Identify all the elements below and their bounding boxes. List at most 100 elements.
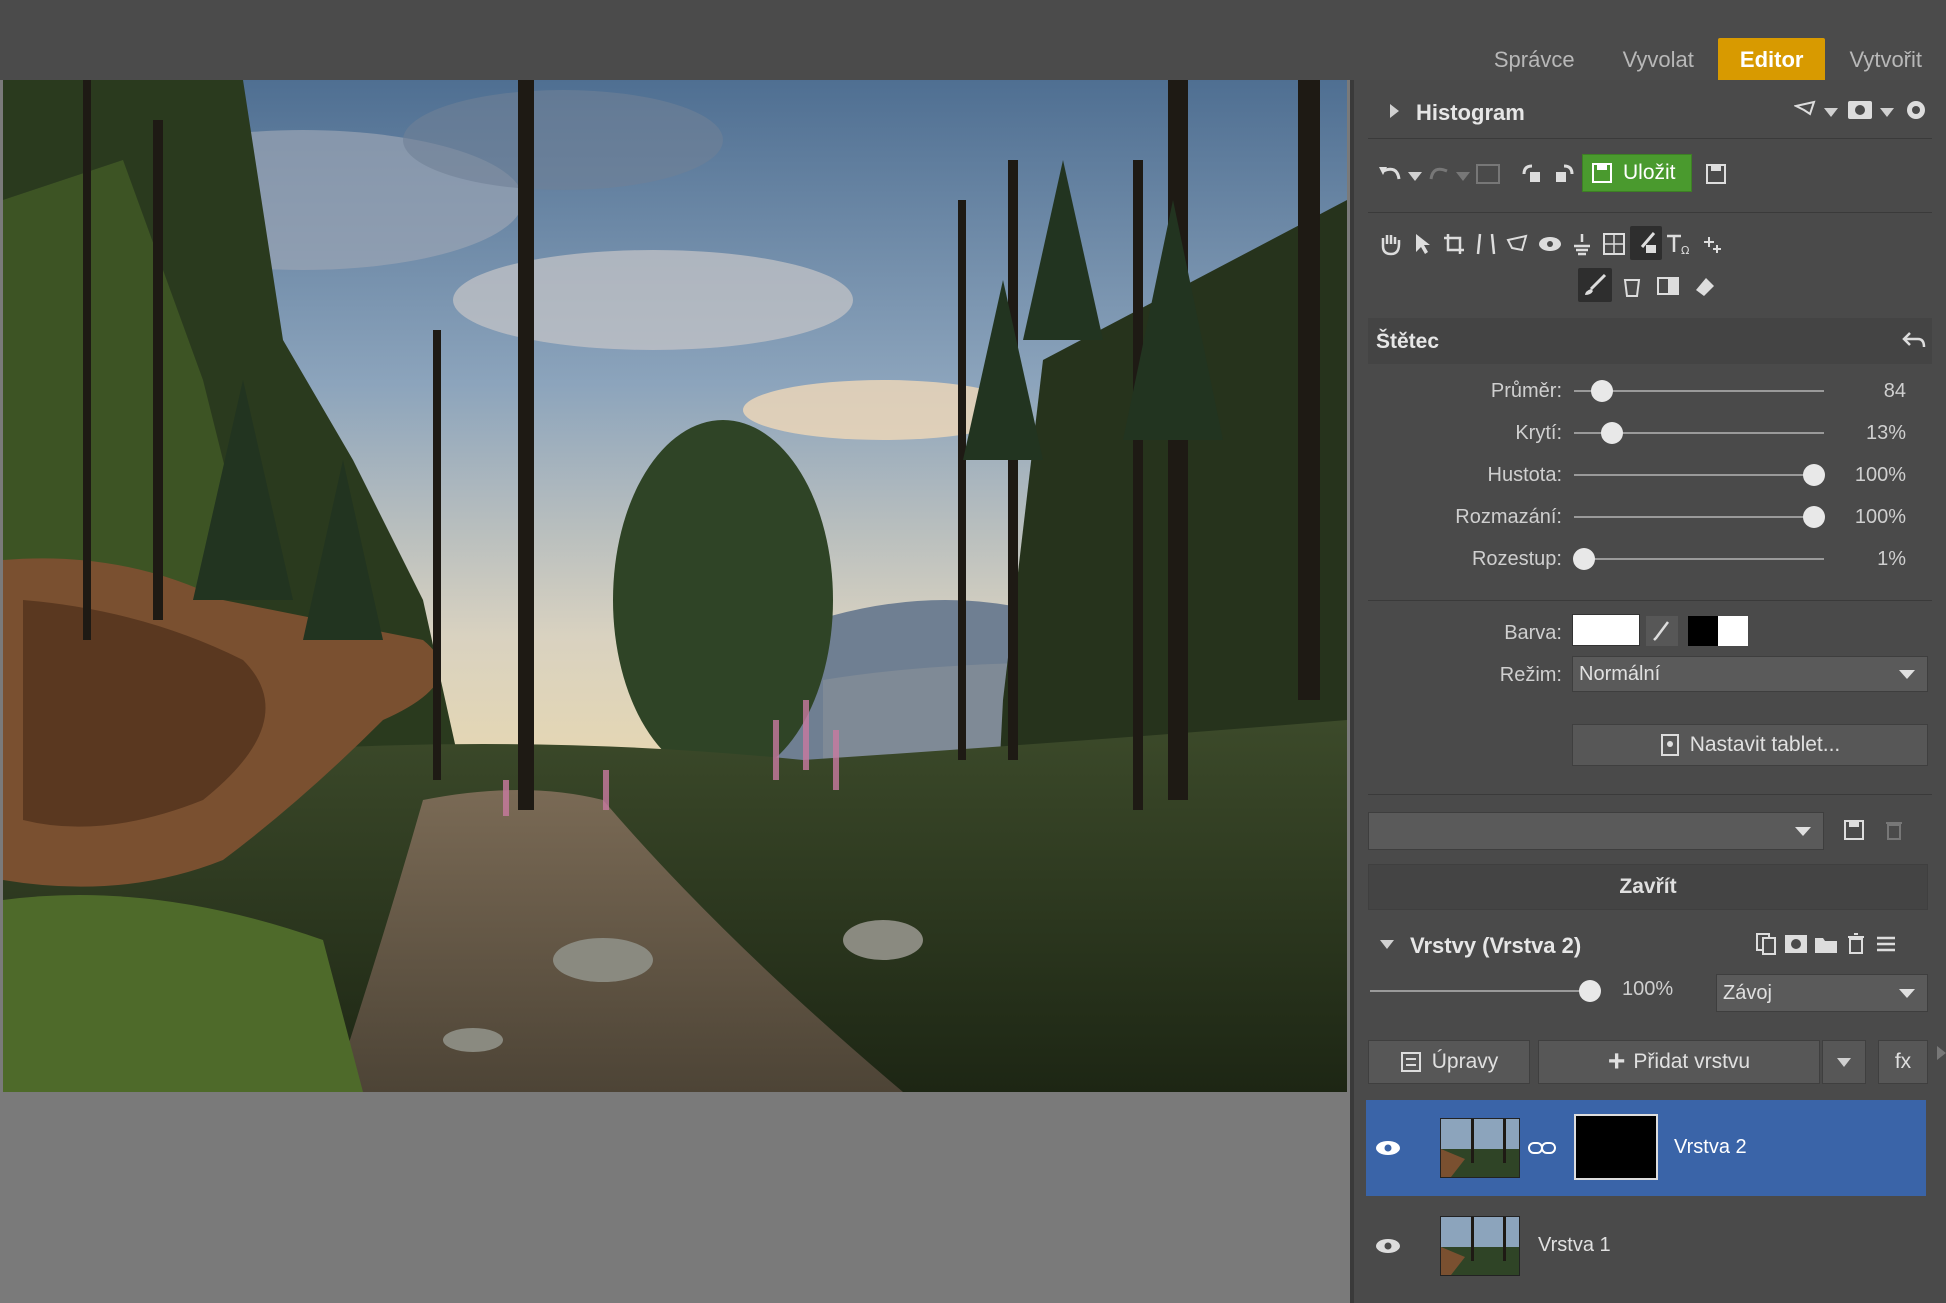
- visibility-eye-icon[interactable]: [1374, 1134, 1402, 1162]
- slider-value: 100%: [1854, 506, 1906, 528]
- layer-item-vrstva-2[interactable]: Vrstva 2: [1366, 1100, 1926, 1196]
- divider: [1368, 212, 1932, 213]
- slider-knob[interactable]: [1803, 506, 1825, 528]
- layer-blend-select[interactable]: Závoj: [1716, 974, 1928, 1012]
- black-white-swap[interactable]: [1688, 616, 1748, 646]
- select-arrow-icon[interactable]: [1408, 230, 1436, 258]
- histogram-view-icon[interactable]: [1792, 96, 1820, 124]
- perspective-icon[interactable]: [1504, 230, 1532, 258]
- reset-arrow-icon[interactable]: [1900, 326, 1928, 354]
- link-chain-icon[interactable]: [1528, 1134, 1556, 1162]
- settings-gear-icon[interactable]: [1902, 96, 1930, 124]
- collapse-triangle-icon[interactable]: [1380, 940, 1394, 949]
- display-dropdown-icon[interactable]: [1880, 108, 1894, 117]
- undo-icon[interactable]: [1376, 160, 1404, 188]
- effects-sparkle-icon[interactable]: [1698, 230, 1726, 258]
- save-as-icon[interactable]: [1702, 160, 1730, 188]
- adjustments-button[interactable]: Úpravy: [1368, 1040, 1530, 1084]
- selection-grid-icon[interactable]: [1600, 230, 1628, 258]
- layer-opacity-knob[interactable]: [1579, 980, 1601, 1002]
- save-button-label: Uložit: [1623, 161, 1676, 184]
- brush-mask-tool-icon[interactable]: [1630, 226, 1662, 260]
- close-button[interactable]: Zavřít: [1368, 864, 1928, 910]
- clone-stamp-icon[interactable]: [1568, 230, 1596, 258]
- expand-triangle-icon[interactable]: [1390, 104, 1399, 118]
- brush-icon[interactable]: [1578, 268, 1612, 302]
- mode-tab-vyvolat[interactable]: Vyvolat: [1599, 38, 1718, 82]
- blend-mode-value: Normální: [1579, 662, 1661, 685]
- color-swatch[interactable]: [1572, 614, 1640, 646]
- layer-opacity-slider[interactable]: [1370, 980, 1601, 1002]
- slider-value: 84: [1883, 380, 1906, 402]
- redo-dropdown-icon[interactable]: [1456, 172, 1470, 181]
- canvas-area[interactable]: [0, 80, 1350, 1303]
- color-label: Barva:: [1504, 622, 1562, 644]
- histogram-dropdown-icon[interactable]: [1824, 108, 1838, 117]
- add-layer-button[interactable]: + Přidat vrstvu: [1538, 1040, 1820, 1084]
- layers-header[interactable]: Vrstvy (Vrstva 2): [1368, 918, 1932, 970]
- mode-switcher: Správce Vyvolat Editor Vytvořit: [1470, 38, 1946, 82]
- original-image-icon[interactable]: [1474, 160, 1502, 188]
- redo-icon[interactable]: [1426, 160, 1454, 188]
- slider-track[interactable]: [1574, 380, 1824, 402]
- save-preset-icon[interactable]: [1840, 816, 1868, 844]
- slider-knob[interactable]: [1600, 422, 1623, 444]
- slider-track[interactable]: [1574, 422, 1824, 444]
- crop-icon[interactable]: [1440, 230, 1468, 258]
- text-tool-icon[interactable]: Ω: [1664, 230, 1692, 258]
- mode-tab-vytvorit[interactable]: Vytvořit: [1825, 38, 1946, 82]
- hand-tool-icon[interactable]: [1376, 230, 1404, 258]
- folder-icon[interactable]: [1812, 930, 1840, 958]
- fill-bucket-icon[interactable]: [1618, 272, 1646, 300]
- layer-item-vrstva-1[interactable]: Vrstva 1: [1366, 1198, 1926, 1294]
- histogram-title: Histogram: [1416, 100, 1525, 125]
- photo-canvas[interactable]: [3, 80, 1347, 1092]
- rotate-right-icon[interactable]: [1550, 160, 1578, 188]
- red-eye-icon[interactable]: [1536, 230, 1564, 258]
- slider-track[interactable]: [1574, 506, 1825, 528]
- histogram-header[interactable]: Histogram: [1368, 80, 1932, 138]
- layer-mask-thumbnail[interactable]: [1574, 1114, 1658, 1180]
- divider: [1368, 600, 1932, 601]
- mode-tab-spravce[interactable]: Správce: [1470, 38, 1599, 82]
- chevron-down-icon: [1795, 827, 1811, 836]
- slider-track[interactable]: [1573, 548, 1824, 570]
- layer-thumbnail: [1440, 1216, 1520, 1276]
- tablet-settings-label: Nastavit tablet...: [1689, 733, 1841, 756]
- black-swatch[interactable]: [1688, 616, 1718, 646]
- rotate-left-icon[interactable]: [1518, 160, 1546, 188]
- add-layer-dropdown-button[interactable]: [1822, 1040, 1866, 1084]
- slider-knob[interactable]: [1590, 380, 1613, 402]
- tablet-settings-button[interactable]: Nastavit tablet...: [1572, 724, 1928, 766]
- visibility-eye-icon[interactable]: [1374, 1232, 1402, 1260]
- gradient-icon[interactable]: [1654, 272, 1682, 300]
- slider-knob[interactable]: [1573, 548, 1595, 570]
- layers-menu-icon[interactable]: [1872, 930, 1900, 958]
- straighten-icon[interactable]: [1472, 230, 1500, 258]
- white-swatch[interactable]: [1718, 616, 1748, 646]
- slider-row-blur: Rozmazání: 100%: [1354, 496, 1946, 538]
- eraser-icon[interactable]: [1690, 272, 1718, 300]
- tablet-icon: [1660, 734, 1679, 756]
- brush-section-title: Štětec: [1376, 330, 1440, 353]
- mode-tab-editor[interactable]: Editor: [1717, 38, 1826, 82]
- layer-mask-icon[interactable]: [1782, 930, 1810, 958]
- divider: [1368, 794, 1932, 795]
- right-panel: Histogram Uložit Ω Štětec Průměr: 84 Kry…: [1350, 80, 1946, 1303]
- delete-layer-icon[interactable]: [1842, 930, 1870, 958]
- slider-row-opacity: Krytí: 13%: [1354, 412, 1946, 454]
- save-button[interactable]: Uložit: [1582, 154, 1692, 192]
- fx-button[interactable]: fx: [1878, 1040, 1928, 1084]
- layer-name: Vrstva 2: [1674, 1136, 1747, 1158]
- undo-history-dropdown-icon[interactable]: [1408, 172, 1422, 181]
- panel-expand-arrow-icon[interactable]: [1937, 1046, 1946, 1060]
- blend-mode-select[interactable]: Normální: [1572, 656, 1928, 692]
- top-bar: Správce Vyvolat Editor Vytvořit: [0, 0, 1946, 82]
- eyedropper-icon[interactable]: [1646, 616, 1678, 646]
- duplicate-layer-icon[interactable]: [1752, 930, 1780, 958]
- slider-knob[interactable]: [1803, 464, 1825, 486]
- display-icon[interactable]: [1846, 96, 1874, 124]
- slider-track[interactable]: [1574, 464, 1825, 486]
- preset-select[interactable]: [1368, 812, 1824, 850]
- delete-preset-icon[interactable]: [1880, 816, 1908, 844]
